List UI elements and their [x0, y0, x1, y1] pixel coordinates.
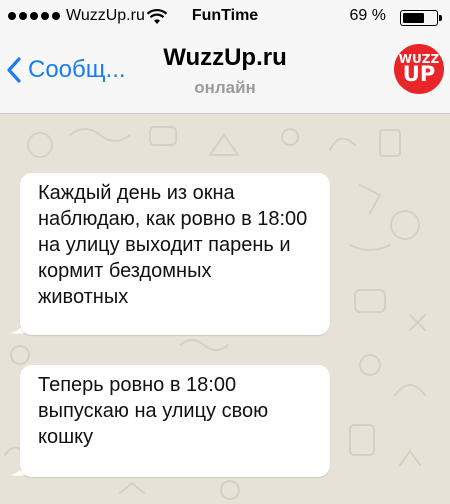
- message-line: выпускаю на улицу свою: [38, 400, 269, 422]
- avatar[interactable]: WUZZ UP: [394, 44, 444, 94]
- chat-status: онлайн: [194, 78, 256, 97]
- message-line: наблюдаю, как ровно в 18:00: [38, 208, 308, 230]
- message-line: Каждый день из окна: [38, 182, 235, 204]
- message-bubble[interactable]: Теперь ровно в 18:00 выпускаю на улицу с…: [20, 365, 330, 477]
- avatar-logo-line2: UP: [402, 62, 436, 86]
- battery-fill: [403, 13, 424, 23]
- message-line: животных: [38, 286, 129, 308]
- message-bubble[interactable]: Каждый день из окна наблюдаю, как ровно …: [20, 173, 330, 335]
- chat-area[interactable]: Каждый день из окна наблюдаю, как ровно …: [0, 115, 450, 504]
- message-line: Теперь ровно в 18:00: [38, 374, 237, 396]
- message-line: кормит бездомных: [38, 260, 212, 282]
- battery-icon: [400, 10, 442, 26]
- status-bar: WuzzUp.ru FunTime 69 %: [0, 0, 450, 34]
- battery-percent: 69 %: [349, 7, 386, 24]
- message-line: на улицу выходит парень и: [38, 234, 291, 256]
- message-line: кошку: [38, 426, 94, 448]
- chat-header: Сообщ... WuzzUp.ru онлайн WUZZ UP: [0, 34, 450, 114]
- chat-title: WuzzUp.ru: [163, 44, 287, 71]
